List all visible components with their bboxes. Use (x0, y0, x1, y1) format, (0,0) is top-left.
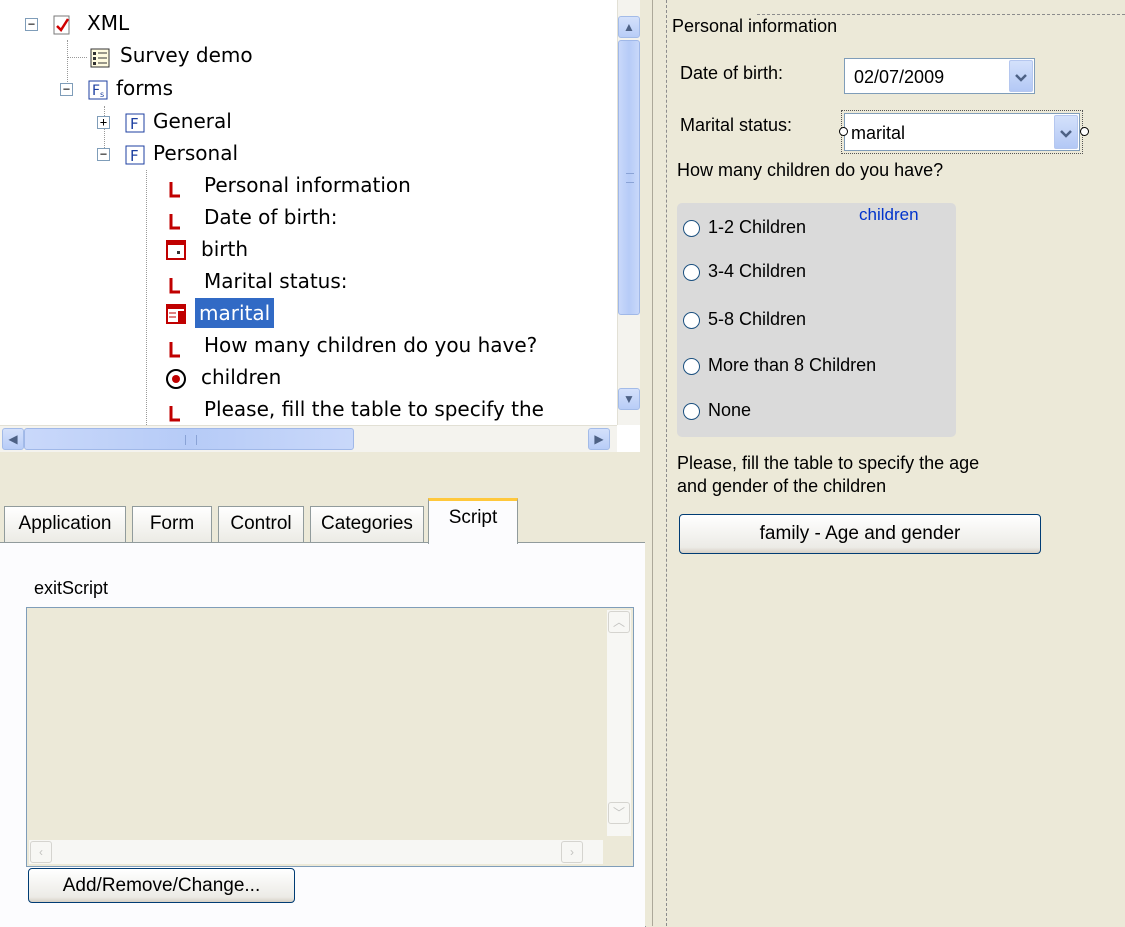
script-editor[interactable]: ︿ ﹀ ‹ › (26, 607, 634, 867)
tab-application[interactable]: Application (4, 506, 126, 542)
tab-label: Form (149, 513, 195, 534)
tree-item-label: How many children do you have? (204, 333, 538, 357)
radio-group-icon (165, 368, 187, 398)
tree-item-label: Marital status: (204, 269, 348, 293)
svg-text:F: F (130, 115, 139, 133)
date-field-icon (165, 239, 187, 269)
scroll-left-button[interactable]: ◀ (2, 428, 24, 450)
label-icon (168, 209, 182, 239)
collapse-icon[interactable]: − (97, 148, 110, 161)
option-label: None (708, 400, 752, 420)
children-question: How many children do you have? (677, 160, 944, 180)
splitter-line (652, 0, 653, 926)
radio-button[interactable] (683, 403, 700, 420)
scroll-left-button[interactable]: ‹ (30, 841, 52, 863)
label-icon (168, 177, 182, 207)
radio-button[interactable] (683, 312, 700, 329)
tree-item-label: marital (195, 298, 275, 328)
tree-item-label: General (153, 109, 232, 133)
scroll-thumb[interactable] (618, 40, 640, 315)
form-icon: F (125, 111, 145, 141)
resize-handle-left[interactable] (839, 127, 848, 136)
tree-connector (67, 57, 87, 58)
forms-folder-icon: Fs (88, 78, 108, 108)
resize-handle-right[interactable] (1080, 127, 1089, 136)
tree-item-label: birth (201, 237, 248, 261)
label-icon (168, 337, 182, 367)
tab-label: Script (448, 507, 498, 528)
radio-button[interactable] (683, 220, 700, 237)
chevron-down-icon[interactable] (1054, 115, 1078, 149)
svg-text:s: s (100, 90, 104, 99)
date-value: 02/07/2009 (854, 67, 945, 87)
script-vertical-scrollbar[interactable]: ︿ ﹀ (607, 610, 631, 836)
tab-control[interactable]: Control (218, 506, 304, 542)
tree-connector (146, 170, 147, 425)
date-of-birth-label: Date of birth: (680, 63, 784, 83)
grip-icon (626, 173, 634, 183)
tab-label: Control (230, 513, 292, 534)
family-table-button[interactable]: family - Age and gender (679, 514, 1041, 554)
form-preview: Personal information Date of birth: 02/0… (666, 0, 1125, 926)
svg-text:F: F (92, 83, 100, 99)
scroll-down-button[interactable]: ﹀ (608, 802, 630, 824)
xml-document-icon (53, 13, 71, 43)
grip-icon (185, 435, 197, 445)
svg-text:F: F (130, 147, 139, 165)
option-label: 5-8 Children (708, 309, 807, 329)
event-label: exitScript (34, 578, 109, 598)
form-icon: F (125, 143, 145, 173)
tree-item-label: Please, fill the table to specify the (204, 397, 544, 421)
scroll-right-button[interactable]: ▶ (588, 428, 610, 450)
children-radio-group: children 1-2 Children 3-4 Children 5-8 C… (677, 203, 956, 437)
chevron-down-icon[interactable] (1009, 60, 1033, 92)
collapse-icon[interactable]: − (25, 18, 38, 31)
marital-combobox[interactable]: marital (844, 113, 1080, 151)
tree-item-label: XML (87, 11, 130, 35)
combobox-field-icon (165, 303, 187, 333)
tab-form[interactable]: Form (132, 506, 212, 542)
scroll-down-button[interactable]: ▼ (618, 388, 640, 410)
group-caption: children (859, 205, 919, 224)
radio-button[interactable] (683, 358, 700, 375)
tab-label: Categories (321, 513, 413, 534)
marital-value: marital (851, 123, 906, 143)
option-label: More than 8 Children (708, 355, 877, 375)
tree-item-label: Date of birth: (204, 205, 338, 229)
tree-view[interactable]: − XML Survey demo − Fs forms + F General… (0, 0, 615, 425)
tree-panel: − XML Survey demo − Fs forms + F General… (0, 0, 640, 452)
marital-status-label: Marital status: (680, 115, 793, 135)
splitter[interactable] (645, 0, 648, 926)
scroll-up-button[interactable]: ▲ (618, 16, 640, 38)
expand-icon[interactable]: + (97, 116, 110, 129)
option-label: 3-4 Children (708, 261, 807, 281)
label-icon (168, 273, 182, 303)
tree-item-label: Personal (153, 141, 239, 165)
tree-horizontal-scrollbar[interactable]: ◀ ▶ (0, 425, 617, 452)
tab-label: Application (18, 513, 112, 534)
scroll-right-button[interactable]: › (561, 841, 583, 863)
scroll-up-button[interactable]: ︿ (608, 611, 630, 633)
script-tab-panel: exitScript ︿ ﹀ ‹ › Add/Remove/Change... (0, 542, 646, 927)
tree-item-label: Personal information (204, 173, 411, 197)
table-prompt-line-2: and gender of the children (677, 476, 887, 496)
option-label: 1-2 Children (708, 217, 807, 237)
add-remove-change-button[interactable]: Add/Remove/Change... (28, 868, 295, 903)
collapse-icon[interactable]: − (60, 83, 73, 96)
radio-button[interactable] (683, 264, 700, 281)
form-frame-top (757, 14, 1125, 15)
tab-categories[interactable]: Categories (310, 506, 424, 542)
tab-script[interactable]: Script (428, 498, 518, 544)
tree-item-label: Survey demo (120, 43, 253, 67)
date-of-birth-picker[interactable]: 02/07/2009 (844, 58, 1035, 94)
tree-item-label: forms (116, 76, 174, 100)
properties-icon (90, 46, 110, 76)
table-prompt-line-1: Please, fill the table to specify the ag… (677, 453, 980, 473)
script-horizontal-scrollbar[interactable]: ‹ › (29, 840, 603, 864)
tree-vertical-scrollbar[interactable]: ▲ ▼ (617, 0, 640, 425)
tree-item-label: children (201, 365, 282, 389)
form-title: Personal information (672, 16, 838, 36)
scroll-thumb[interactable] (24, 428, 354, 450)
